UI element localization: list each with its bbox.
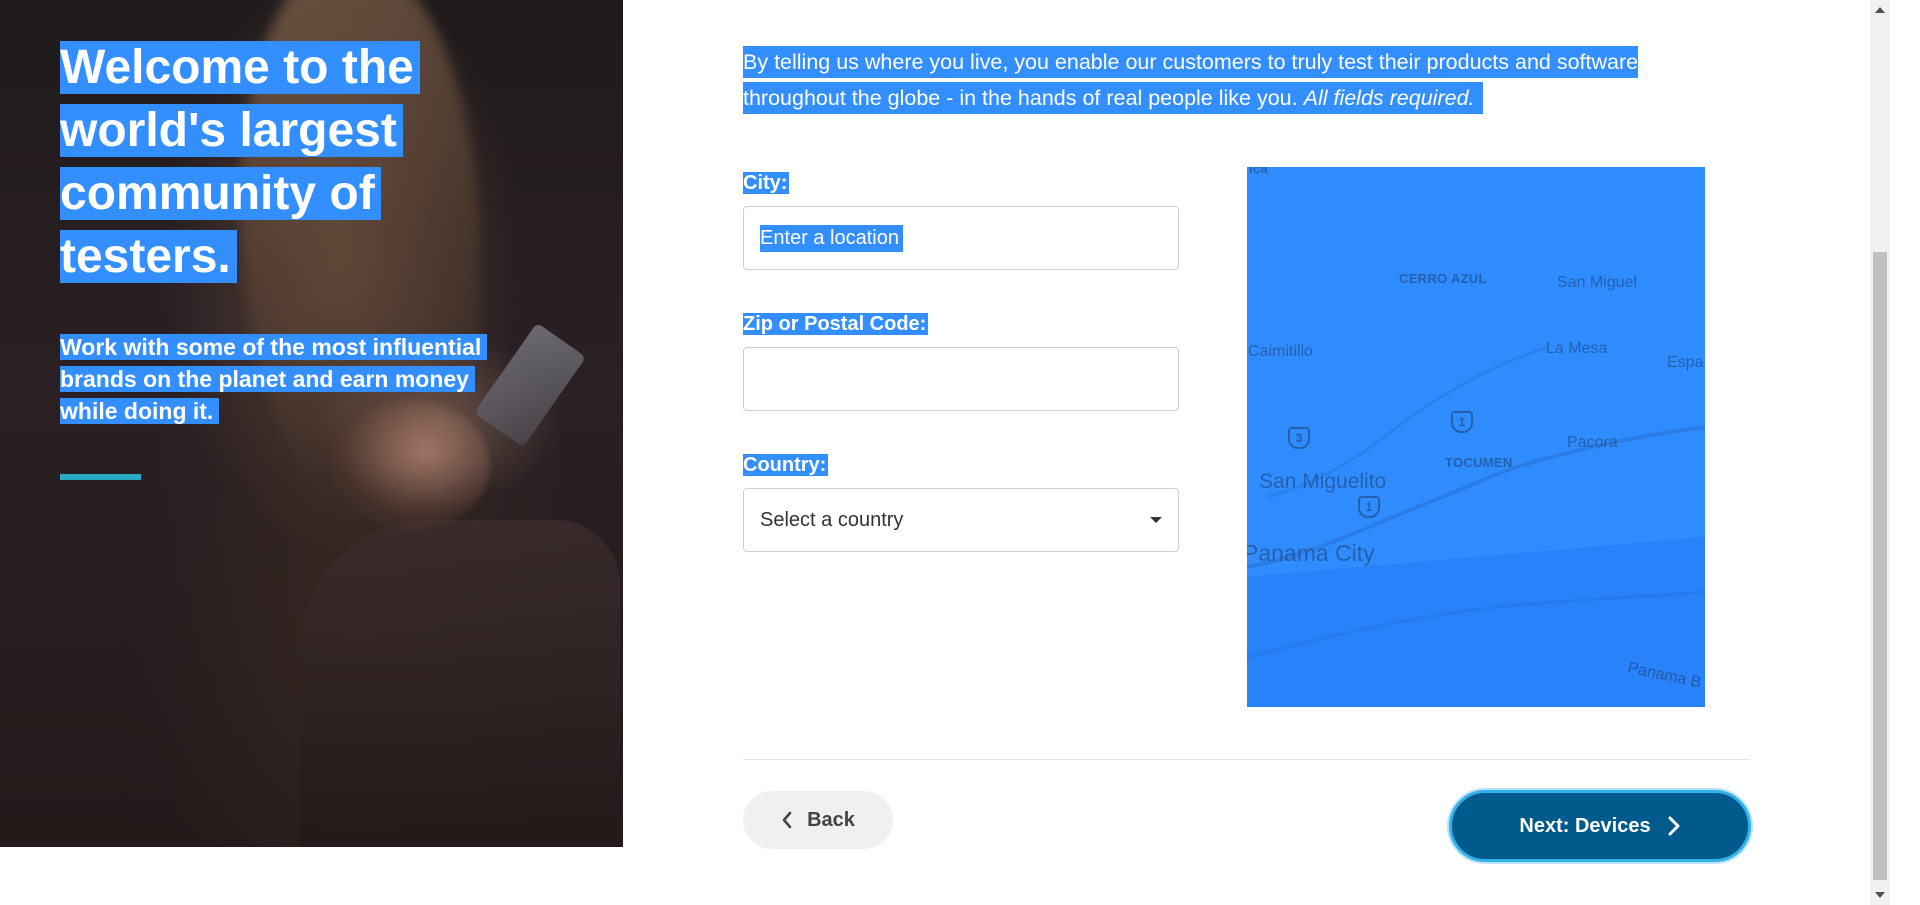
route-shield-icon: 3: [1288, 427, 1310, 449]
intro-text: By telling us where you live, you enable…: [743, 50, 1639, 110]
hero-photo-sleeve: [300, 520, 620, 847]
map-label: Pacora: [1567, 434, 1618, 451]
hero-title: Welcome to the world's largest community…: [60, 36, 490, 288]
hero-title-line: Welcome to the: [60, 41, 420, 94]
zip-label-text: Zip or Postal Code:: [743, 313, 929, 335]
footer-divider: [743, 759, 1750, 760]
next-button-label: Next: Devices: [1519, 814, 1651, 837]
country-select[interactable]: Select a country: [743, 488, 1179, 552]
scroll-down-button[interactable]: [1870, 885, 1890, 905]
triangle-down-icon: [1875, 892, 1885, 898]
map-label: San Miguelito: [1259, 470, 1387, 493]
route-shield-icon: 1: [1451, 411, 1473, 433]
chevron-down-icon: [1150, 517, 1162, 523]
city-label: City:: [743, 169, 790, 197]
intro-paragraph: By telling us where you live, you enable…: [743, 44, 1663, 116]
next-devices-button[interactable]: Next: Devices: [1449, 790, 1751, 862]
back-button[interactable]: Back: [743, 791, 893, 849]
hero-subtitle: Work with some of the most influential b…: [60, 331, 540, 427]
map-label: San Miguel: [1557, 274, 1638, 291]
scroll-up-button[interactable]: [1870, 0, 1890, 20]
hero-title-line: testers.: [60, 230, 237, 283]
city-placeholder: Enter a location: [760, 224, 903, 252]
intro-text-wrap: By telling us where you live, you enable…: [743, 46, 1639, 114]
triangle-up-icon: [1875, 7, 1885, 13]
map-label: TOCUMEN: [1445, 455, 1513, 470]
chevron-left-icon: [782, 811, 792, 829]
hero-accent-bar: [60, 474, 141, 480]
hero-title-line: community of: [60, 167, 381, 220]
map-label: Caimitillo: [1248, 343, 1313, 360]
chevron-right-icon: [1668, 816, 1680, 836]
route-shield-icon: 1: [1358, 496, 1380, 518]
country-label: Country:: [743, 451, 829, 479]
city-label-text: City:: [743, 172, 790, 194]
required-note: All fields required.: [1303, 86, 1475, 110]
map-label: Espa: [1667, 354, 1704, 371]
country-selected: Select a country: [760, 508, 904, 531]
hero-subtitle-line: Work with some of the most influential: [60, 334, 488, 360]
hero-subtitle-line: while doing it.: [60, 398, 220, 424]
page-scrollbar[interactable]: [1870, 0, 1890, 905]
location-map[interactable]: ica CERRO AZUL San Miguel Caimitillo La …: [1247, 167, 1705, 707]
map-label: ica: [1249, 167, 1268, 176]
scroll-thumb[interactable]: [1873, 252, 1887, 880]
zip-input[interactable]: [743, 347, 1179, 411]
back-button-label: Back: [807, 808, 855, 831]
hero-panel: Welcome to the world's largest community…: [0, 0, 623, 847]
map-label: La Mesa: [1546, 340, 1608, 357]
zip-label: Zip or Postal Code:: [743, 310, 929, 338]
map-label: CERRO AZUL: [1399, 271, 1487, 286]
map-roads: [1247, 345, 1705, 707]
hero-subtitle-line: brands on the planet and earn money: [60, 366, 475, 392]
city-input[interactable]: Enter a location: [743, 206, 1179, 270]
map-label: Panama City: [1247, 540, 1375, 566]
hero-title-line: world's largest: [60, 104, 403, 157]
country-label-text: Country:: [743, 454, 829, 476]
